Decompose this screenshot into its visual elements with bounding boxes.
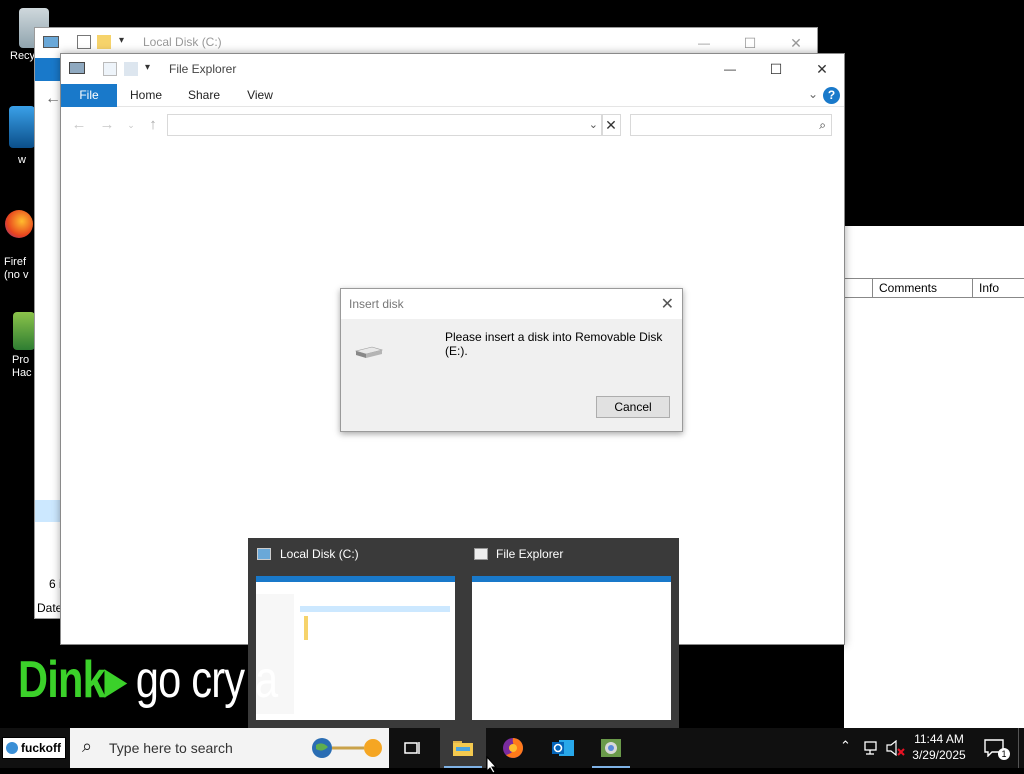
window-icon [69, 62, 85, 74]
local-disk-icon [257, 548, 271, 560]
address-input[interactable]: ⌄ [167, 114, 603, 136]
taskbar-app[interactable] [588, 728, 634, 768]
back-arrow-icon[interactable]: ← [69, 115, 89, 135]
app-icon [601, 739, 621, 757]
task-view-button[interactable] [390, 728, 436, 768]
selected-row-partial [35, 500, 61, 522]
start-button[interactable]: fuckoff [2, 737, 66, 759]
start-button-label: fuckoff [21, 741, 61, 755]
desktop-icon-label: Firef (no v [4, 256, 29, 281]
firefox-icon [5, 210, 33, 238]
customize-quick-access-icon[interactable]: ▾ [119, 35, 133, 49]
back-arrow-icon[interactable]: ← [45, 90, 61, 108]
desktop-icon-app[interactable]: w [8, 106, 36, 167]
expand-ribbon-icon[interactable]: ⌄ [808, 87, 818, 101]
desktop-icon-label: Pro Hac [12, 354, 32, 379]
search-placeholder: Type here to search [109, 740, 233, 756]
dialog-title: Insert disk [349, 297, 404, 311]
wallpaper-text-part1: Dink [18, 651, 106, 709]
close-icon[interactable]: ✕ [661, 294, 674, 314]
file-explorer-icon [474, 548, 488, 560]
app-icon [9, 106, 35, 148]
folder-icon [453, 741, 473, 756]
removable-drive-icon [354, 346, 384, 358]
dialog-title-bar[interactable]: Insert disk ✕ [341, 289, 682, 319]
thumb-ribbon [256, 576, 455, 582]
column-header-row: Comments Info [844, 278, 1024, 298]
ribbon-tabs: File Home Share View ⌄ ? [61, 84, 844, 107]
chevron-down-icon[interactable]: ⌄ [589, 118, 598, 131]
mouse-cursor-icon [486, 756, 498, 774]
file-tab-partial[interactable] [35, 58, 61, 81]
wallpaper-arrow: ▸ [104, 651, 126, 709]
thumb-selected-row [300, 606, 450, 612]
tab-view[interactable]: View [237, 84, 283, 107]
window-title: Local Disk (C:) [143, 35, 222, 49]
taskbar: fuckoff ⌕ Type here to search ⌃ 11:44 AM… [0, 728, 1024, 768]
thumbnail-title: Local Disk (C:) [280, 547, 359, 561]
window-title: File Explorer [169, 62, 237, 76]
cancel-button[interactable]: Cancel [596, 396, 670, 418]
thumbnail-local-disk[interactable] [256, 576, 455, 720]
volume-muted-icon[interactable] [886, 740, 906, 756]
background-details-window: Comments Info [844, 226, 1024, 728]
wallpaper-text-part2: go cry a [125, 651, 278, 709]
notification-count-badge: 1 [998, 748, 1010, 760]
taskbar-thumbnail-preview: Local Disk (C:) File Explorer [248, 538, 679, 728]
properties-icon[interactable] [77, 35, 91, 49]
date-column-header[interactable]: Date [37, 601, 62, 615]
new-folder-icon[interactable] [124, 62, 138, 76]
search-icon: ⌕ [819, 118, 826, 132]
window-icon [43, 36, 59, 48]
taskbar-search-box[interactable]: ⌕ Type here to search [70, 728, 389, 768]
globe-icon [6, 742, 18, 754]
network-icon[interactable] [864, 741, 880, 755]
thumbnail-file-explorer[interactable] [472, 576, 671, 720]
process-hacker-icon [13, 312, 35, 350]
dialog-message: Please insert a disk into Removable Disk… [445, 330, 663, 358]
clock-date: 3/29/2025 [912, 748, 966, 762]
thumb-ribbon [472, 576, 671, 582]
tab-file[interactable]: File [61, 84, 117, 107]
desktop-icon-firefox[interactable]: Firef (no v [4, 210, 34, 282]
help-button[interactable]: ? [823, 87, 840, 104]
insert-disk-dialog[interactable]: Insert disk ✕ Please insert a disk into … [340, 288, 683, 432]
show-desktop-button[interactable] [1018, 728, 1024, 768]
search-input[interactable]: ⌕ [630, 114, 832, 136]
taskbar-file-explorer[interactable] [440, 728, 486, 768]
outlook-icon [552, 740, 574, 756]
chevron-up-icon[interactable]: ⌃ [840, 738, 851, 754]
desktop-icon-process-hacker[interactable]: Pro Hac [12, 312, 36, 380]
properties-icon[interactable] [103, 62, 117, 76]
tab-share[interactable]: Share [179, 84, 229, 107]
task-view-icon [404, 742, 420, 754]
close-button[interactable]: ✕ [799, 54, 845, 84]
search-icon: ⌕ [82, 736, 93, 756]
tab-home[interactable]: Home [123, 84, 169, 107]
column-header-info[interactable]: Info [972, 279, 1024, 297]
title-bar[interactable]: ▾ File Explorer — ☐ ✕ [61, 54, 844, 84]
column-header-comments[interactable]: Comments [872, 279, 972, 297]
clock[interactable]: 11:44 AM 3/29/2025 [908, 731, 970, 763]
clock-time: 11:44 AM [914, 732, 964, 746]
close-icon[interactable]: ✕ [601, 114, 621, 136]
thumbnail-title: File Explorer [496, 547, 564, 561]
desktop-icon-label: w [18, 154, 26, 166]
customize-quick-access-icon[interactable]: ▾ [145, 62, 159, 76]
maximize-button[interactable]: ☐ [753, 54, 799, 84]
forward-arrow-icon[interactable]: → [97, 115, 117, 135]
new-folder-icon[interactable] [97, 35, 111, 49]
up-arrow-icon[interactable]: ↑ [143, 115, 163, 135]
firefox-icon [503, 738, 523, 758]
minimize-button[interactable]: — [707, 54, 753, 84]
wallpaper-text: Dink▸ go cry a [18, 650, 278, 710]
address-toolbar: ← → ⌄ ↑ ⌄ ✕ ⌕ [61, 109, 844, 141]
search-highlight-art-icon [312, 738, 382, 758]
notification-center-button[interactable]: 1 [974, 728, 1014, 768]
taskbar-outlook[interactable] [540, 728, 586, 768]
system-tray: ⌃ [836, 728, 908, 768]
thumb-folder-list [304, 616, 308, 640]
recent-locations-icon[interactable]: ⌄ [121, 115, 141, 135]
